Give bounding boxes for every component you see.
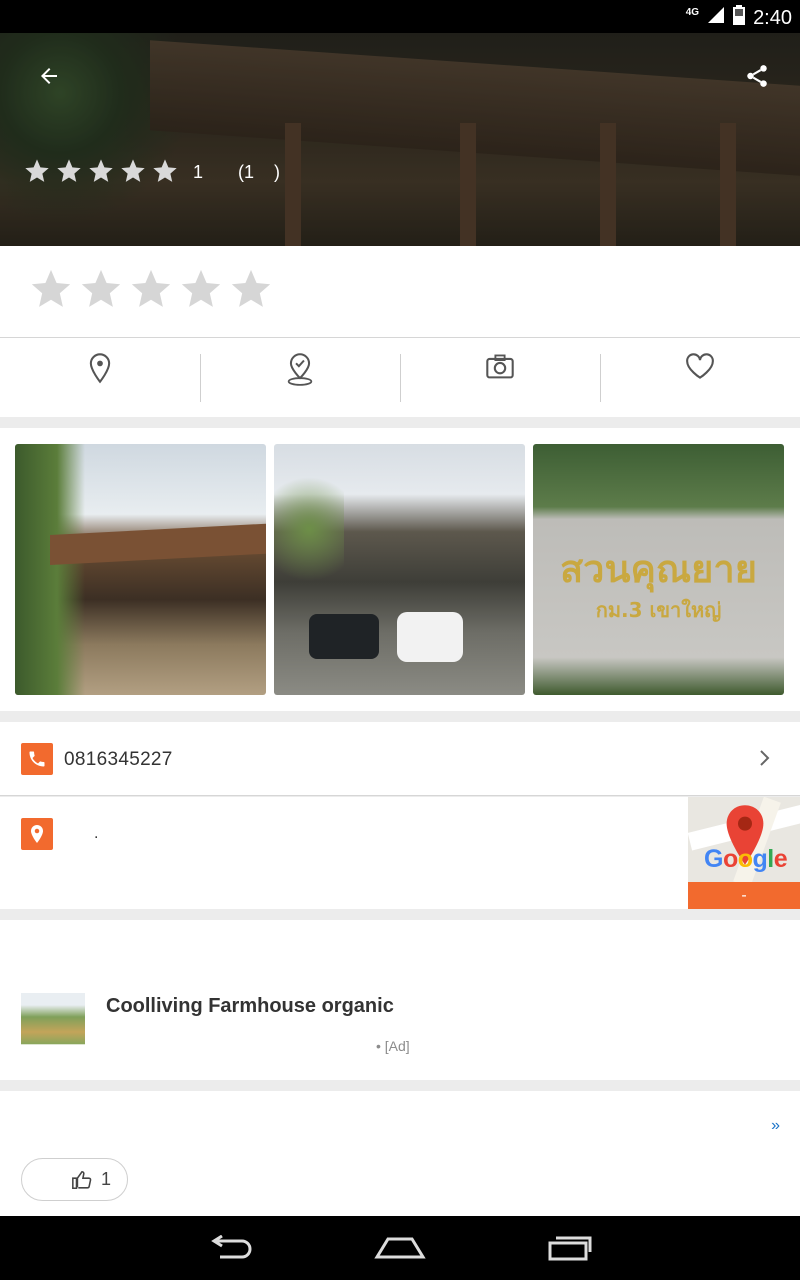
ad-thumbnail xyxy=(21,993,85,1053)
map-open-bar[interactable]: - xyxy=(688,882,800,909)
star-icon xyxy=(25,159,49,182)
sign-subtext: กม.3 เขาใหญ่ xyxy=(595,598,722,622)
share-button[interactable] xyxy=(733,52,781,100)
review-count-close: ) xyxy=(274,162,280,182)
hero-rating-stars xyxy=(22,157,180,185)
add-photo-button[interactable] xyxy=(400,338,600,417)
location-pin-icon xyxy=(89,353,111,384)
map-thumbnail[interactable]: Google - xyxy=(688,797,800,909)
like-button[interactable]: 1 xyxy=(21,1158,128,1201)
camera-icon xyxy=(486,354,514,379)
more-link[interactable]: » xyxy=(771,1117,780,1135)
back-arrow-icon xyxy=(41,68,57,84)
gallery-photo[interactable] xyxy=(15,444,266,695)
star-icon[interactable] xyxy=(178,266,224,312)
nav-home-button[interactable] xyxy=(370,1230,430,1266)
ad-card[interactable]: Coolliving Farmhouse organic • [Ad] xyxy=(0,920,800,1080)
star-icon xyxy=(89,159,113,182)
star-icon[interactable] xyxy=(28,266,74,312)
phone-icon xyxy=(21,743,53,775)
phone-row[interactable]: 0816345227 xyxy=(0,722,800,796)
share-icon xyxy=(747,65,767,87)
gallery-photo[interactable] xyxy=(274,444,525,695)
thumbs-up-icon xyxy=(72,1170,92,1189)
checkin-icon xyxy=(287,353,313,386)
star-icon xyxy=(153,159,177,182)
footer-card: » 1 xyxy=(0,1091,800,1216)
chevron-right-icon xyxy=(758,748,772,773)
star-icon[interactable] xyxy=(228,266,274,312)
star-icon xyxy=(121,159,145,182)
sign-text: สวนคุณยาย xyxy=(559,547,758,591)
star-icon[interactable] xyxy=(128,266,174,312)
address-pin-icon xyxy=(21,818,53,850)
address-row[interactable]: . Google - xyxy=(0,797,800,909)
photo-gallery: สวนคุณยาย กม.3 เขาใหญ่ xyxy=(0,428,800,711)
google-logo: Google xyxy=(704,845,788,873)
ad-title: Coolliving Farmhouse organic xyxy=(106,995,394,1017)
nav-recents-button[interactable] xyxy=(540,1230,600,1266)
network-type: 4G xyxy=(685,7,700,18)
nav-recents-icon xyxy=(548,1236,592,1261)
nav-home-icon xyxy=(374,1237,426,1259)
clock: 2:40 xyxy=(753,6,792,29)
system-nav-bar xyxy=(0,1216,800,1280)
user-rating-stars[interactable] xyxy=(28,266,274,312)
review-count-open: (1 xyxy=(238,162,255,182)
star-icon xyxy=(57,159,81,182)
rating-count: 1 xyxy=(193,162,204,182)
back-button[interactable] xyxy=(25,52,73,100)
ad-label: • [Ad] xyxy=(376,1038,410,1054)
address-text: . xyxy=(94,825,99,842)
nav-back-icon xyxy=(211,1235,252,1259)
map-location-button[interactable] xyxy=(0,338,200,417)
gallery-photo[interactable]: สวนคุณยาย กม.3 เขาใหญ่ xyxy=(533,444,784,695)
hero-image xyxy=(0,33,800,246)
like-count: 1 xyxy=(100,1169,111,1189)
status-bar: 4G 2:40 xyxy=(0,0,800,33)
battery-icon xyxy=(733,5,746,31)
nav-back-button[interactable] xyxy=(200,1230,260,1266)
star-icon[interactable] xyxy=(78,266,124,312)
checkin-button[interactable] xyxy=(200,338,400,417)
action-bar xyxy=(0,337,800,417)
signal-icon xyxy=(707,6,725,30)
favorite-button[interactable] xyxy=(600,338,800,417)
phone-number: 0816345227 xyxy=(64,749,173,770)
heart-icon xyxy=(686,353,714,379)
